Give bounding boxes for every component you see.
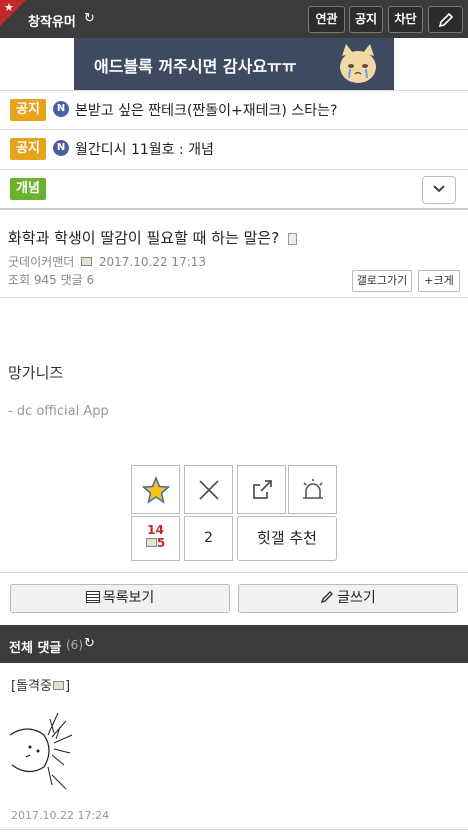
ad-banner[interactable]: 애드블록 꺼주시면 감사요ㅠㅠ — [74, 38, 394, 90]
concept-badge[interactable]: 개념 — [10, 178, 46, 200]
refresh-icon[interactable]: ↻ — [84, 636, 95, 651]
notice-badge: 공지 — [10, 99, 46, 121]
recommend-button[interactable] — [131, 465, 180, 514]
new-icon: N — [53, 101, 69, 117]
share-icon — [252, 480, 272, 499]
notice-title[interactable]: 월간디시 11월호 : 개념 — [75, 139, 214, 159]
notice-button[interactable]: 공지 — [349, 6, 383, 33]
post-author[interactable]: 굿데이커맨더 — [8, 255, 74, 269]
comment-header: 전체 댓글 (6) ↻ — [0, 625, 468, 663]
banner-text: 애드블록 꺼주시면 감사요ㅠㅠ — [94, 57, 297, 76]
recommend-count: 14 — [147, 523, 164, 537]
comment-drawing-image — [9, 712, 73, 790]
not-recommend-button[interactable] — [184, 465, 233, 514]
list-icon — [85, 591, 100, 603]
divider — [0, 829, 468, 830]
related-button[interactable]: 연관 — [308, 6, 345, 33]
block-button[interactable]: 차단 — [388, 6, 423, 33]
notice-badge: 공지 — [10, 138, 46, 160]
report-button[interactable] — [288, 465, 337, 514]
star-icon — [141, 476, 170, 504]
post-stats: 조회 945 댓글 6 — [8, 273, 95, 287]
gallog-icon — [145, 538, 157, 547]
crying-cat-image — [340, 44, 376, 83]
close-icon — [198, 480, 219, 500]
chevron-down-icon — [433, 185, 445, 193]
comment-count: (6) — [66, 638, 83, 652]
gallog-button[interactable]: 갤로그가기 — [352, 270, 412, 292]
divider — [0, 572, 468, 573]
comment-author[interactable]: [돌격중] — [11, 675, 70, 694]
write-post-button[interactable]: 글쓰기 — [238, 584, 458, 613]
notice-title[interactable]: 본받고 싶은 짠테크(짠돌이+재테크) 스타는? — [75, 100, 337, 120]
list-button[interactable]: 목록보기 — [10, 584, 230, 613]
notice-row[interactable]: 공지 N 본받고 싶은 짠테크(짠돌이+재테크) 스타는? — [0, 90, 468, 130]
siren-icon — [302, 479, 323, 499]
notice-row[interactable]: 공지 N 월간디시 11월호 : 개념 — [0, 130, 468, 170]
post-signature: - dc official App — [8, 404, 109, 419]
filter-row: 개념 — [0, 170, 468, 210]
gallog-icon — [81, 257, 93, 266]
pencil-icon — [321, 591, 334, 604]
top-bar: ★ 창작유머 ↻ 연관 공지 차단 — [0, 0, 468, 38]
gallog-icon — [52, 681, 64, 690]
write-button[interactable] — [428, 6, 463, 33]
comment-date: 2017.10.22 17:24 — [11, 809, 110, 822]
not-recommend-count: 2 — [184, 516, 233, 561]
post-meta: 굿데이커맨더 2017.10.22 17:13 — [8, 253, 206, 270]
comment-header-title: 전체 댓글 — [9, 641, 62, 656]
dropdown-button[interactable] — [422, 176, 456, 204]
enlarge-button[interactable]: +크게 — [418, 270, 460, 292]
document-icon — [287, 232, 297, 245]
gallery-title[interactable]: 창작유머 — [28, 11, 76, 30]
hit-gallery-recommend-button[interactable]: 힛갤 추천 — [237, 516, 337, 561]
pencil-icon — [438, 12, 453, 28]
fixed-recommend: 5 — [132, 537, 179, 550]
share-button[interactable] — [237, 465, 286, 514]
star-icon: ★ — [4, 1, 14, 14]
new-icon: N — [53, 140, 69, 156]
post-title: 화학과 학생이 딸감이 필요할 때 하는 말은? — [8, 227, 297, 248]
post-body: 망가니즈 — [8, 364, 64, 382]
post-date: 2017.10.22 17:13 — [98, 255, 207, 269]
refresh-icon[interactable]: ↻ — [84, 11, 95, 26]
divider — [0, 297, 468, 298]
recommend-count-box: 14 5 — [131, 516, 180, 561]
